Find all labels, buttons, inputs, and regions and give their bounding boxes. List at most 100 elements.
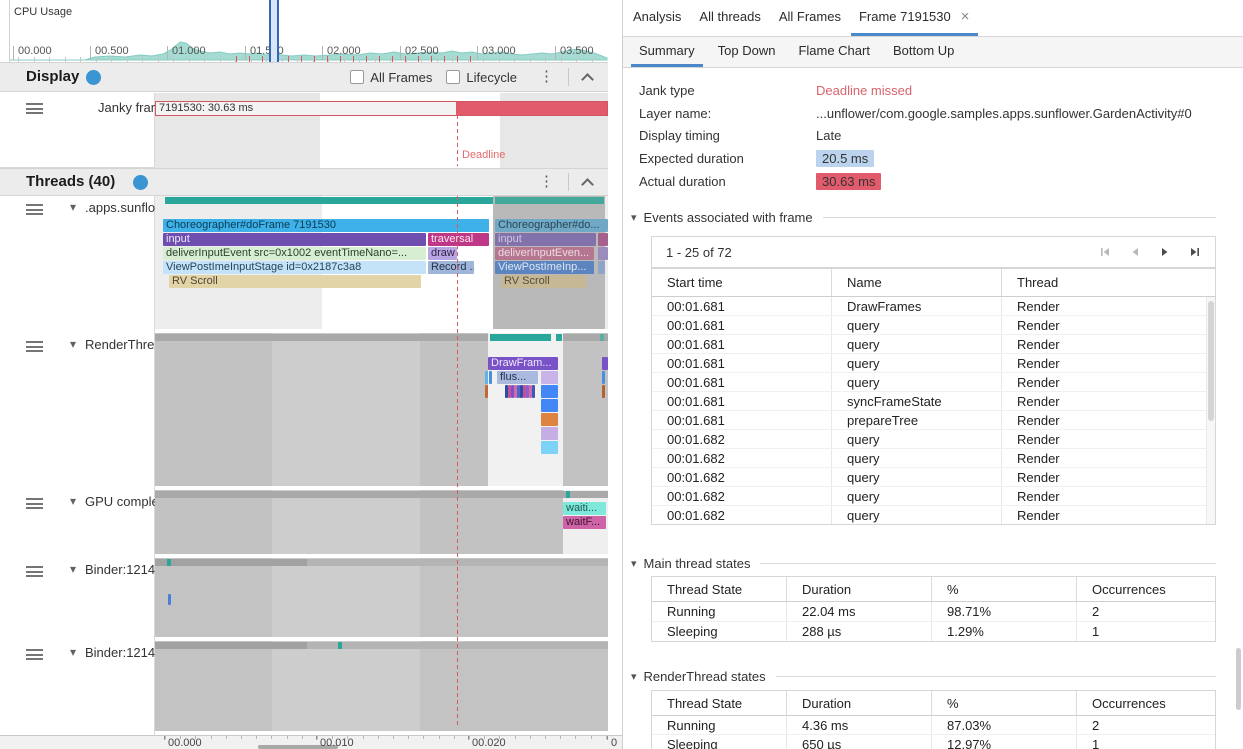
- trace-span[interactable]: [541, 441, 558, 454]
- thread-state-segment[interactable]: [490, 334, 551, 341]
- trace-span[interactable]: waitF...: [563, 516, 606, 529]
- tab-all-frames[interactable]: All Frames: [771, 0, 849, 36]
- expand-caret-icon[interactable]: ▾: [70, 201, 76, 213]
- table-row[interactable]: 00:01.681prepareTreeRender: [652, 411, 1215, 430]
- column-header[interactable]: Thread State: [652, 577, 787, 601]
- trace-span[interactable]: [598, 247, 608, 260]
- thread-state-segment[interactable]: [495, 197, 604, 204]
- threads-help-icon[interactable]: [133, 175, 148, 190]
- column-header[interactable]: %: [932, 577, 1077, 601]
- trace-span[interactable]: RV Scroll: [169, 275, 421, 288]
- trace-span[interactable]: [485, 385, 488, 398]
- column-header[interactable]: %: [932, 691, 1077, 715]
- subtab-flame-chart[interactable]: Flame Chart: [790, 37, 878, 67]
- drag-handle-icon[interactable]: [26, 204, 43, 215]
- thread-state-segment[interactable]: [155, 559, 307, 566]
- trace-span[interactable]: input: [495, 233, 596, 246]
- thread-state-segment[interactable]: [167, 559, 171, 566]
- table-row[interactable]: Running4.36 ms87.03%2: [652, 716, 1215, 735]
- thread-row[interactable]: ▾RenderThreadDrawFram...flus...: [0, 333, 608, 490]
- trace-span[interactable]: input: [163, 233, 426, 246]
- janky-frames-track[interactable]: 7191530: 30.63 ms Deadline: [155, 93, 608, 168]
- column-header[interactable]: Start time: [652, 269, 832, 296]
- column-header[interactable]: Occurrences: [1077, 691, 1215, 715]
- thread-state-segment[interactable]: [600, 334, 604, 341]
- thread-row[interactable]: ▾GPU completionwaiti...waitF...: [0, 490, 608, 558]
- trace-span[interactable]: Record ...: [428, 261, 474, 274]
- trace-span[interactable]: traversal: [428, 233, 489, 246]
- drag-handle-icon[interactable]: [26, 103, 43, 114]
- thread-track[interactable]: [155, 641, 608, 731]
- column-header[interactable]: Duration: [787, 577, 932, 601]
- cpu-usage-minimap[interactable]: CPU Usage 00.00000.50001.00001.50002.000…: [0, 0, 608, 62]
- trace-span[interactable]: [541, 413, 558, 426]
- thread-track[interactable]: [155, 558, 608, 637]
- expand-caret-icon[interactable]: ▾: [70, 338, 76, 350]
- column-header[interactable]: Duration: [787, 691, 932, 715]
- table-row[interactable]: 00:01.682queryRender: [652, 506, 1215, 525]
- table-row[interactable]: 00:01.681queryRender: [652, 373, 1215, 392]
- table-row[interactable]: 00:01.682queryRender: [652, 468, 1215, 487]
- tab-analysis[interactable]: Analysis: [625, 0, 689, 36]
- close-tab-icon[interactable]: ×: [961, 8, 970, 25]
- drag-handle-icon[interactable]: [26, 341, 43, 352]
- trace-span[interactable]: ViewPostImeInp...: [495, 261, 594, 274]
- expand-caret-icon[interactable]: ▾: [70, 646, 76, 658]
- table-row[interactable]: 00:01.682queryRender: [652, 430, 1215, 449]
- selection-handle-right[interactable]: [277, 0, 279, 62]
- expand-caret-icon[interactable]: ▾: [70, 495, 76, 507]
- thread-row[interactable]: ▾Binder:12145_4: [0, 558, 608, 641]
- last-page-icon[interactable]: [1189, 246, 1201, 258]
- trace-span[interactable]: [598, 233, 608, 246]
- trace-span[interactable]: [541, 399, 558, 412]
- render-states-section-title[interactable]: ▾ RenderThread states: [631, 665, 1216, 687]
- threads-more-options-icon[interactable]: ⋮: [531, 175, 562, 189]
- events-section-title[interactable]: ▾ Events associated with frame: [631, 206, 1216, 228]
- display-help-icon[interactable]: [86, 70, 101, 85]
- subtab-top-down[interactable]: Top Down: [710, 37, 784, 67]
- trace-span[interactable]: ViewPostImeInputStage id=0x2187c3a8: [163, 261, 426, 274]
- subtab-summary[interactable]: Summary: [631, 37, 703, 67]
- trace-sliver[interactable]: [532, 385, 535, 398]
- thread-row[interactable]: ▾Binder:12145_2: [0, 641, 608, 735]
- table-row[interactable]: 00:01.681syncFrameStateRender: [652, 392, 1215, 411]
- trace-span[interactable]: [485, 371, 488, 384]
- drag-handle-icon[interactable]: [26, 649, 43, 660]
- subtab-bottom-up[interactable]: Bottom Up: [885, 37, 962, 67]
- column-header[interactable]: Thread: [1002, 269, 1215, 296]
- trace-span[interactable]: [602, 357, 608, 370]
- table-row[interactable]: 00:01.681queryRender: [652, 335, 1215, 354]
- table-row[interactable]: 00:01.681queryRender: [652, 316, 1215, 335]
- table-row[interactable]: 00:01.682queryRender: [652, 449, 1215, 468]
- thread-track[interactable]: waiti...waitF...: [155, 490, 608, 554]
- trace-span[interactable]: flus...: [497, 371, 538, 384]
- all-frames-checkbox[interactable]: [350, 70, 364, 84]
- tab-frame-7191530[interactable]: Frame 7191530×: [851, 0, 978, 36]
- trace-span[interactable]: DrawFram...: [488, 357, 558, 370]
- thread-state-segment[interactable]: [556, 334, 562, 341]
- table-row[interactable]: Running22.04 ms98.71%2: [652, 602, 1215, 622]
- thread-track[interactable]: Choreographer#doFrame 7191530inputtraver…: [155, 196, 608, 329]
- trace-span[interactable]: [541, 427, 558, 440]
- trace-span[interactable]: waiti...: [563, 502, 606, 515]
- janky-frame-bar[interactable]: 7191530: 30.63 ms: [155, 101, 608, 116]
- thread-track[interactable]: DrawFram...flus...: [155, 333, 608, 486]
- table-row[interactable]: 00:01.681queryRender: [652, 354, 1215, 373]
- thread-state-segment[interactable]: [155, 334, 488, 341]
- trace-span[interactable]: draw: [428, 247, 457, 260]
- thread-state-segment[interactable]: [155, 642, 307, 649]
- thread-state-segment[interactable]: [165, 197, 493, 204]
- trace-span[interactable]: RV Scroll: [501, 275, 586, 288]
- previous-page-icon[interactable]: [1129, 246, 1141, 258]
- column-header[interactable]: Occurrences: [1077, 577, 1215, 601]
- threads-collapse-icon[interactable]: [581, 178, 594, 191]
- trace-span[interactable]: [541, 385, 558, 398]
- expand-caret-icon[interactable]: ▾: [70, 563, 76, 575]
- trace-span[interactable]: [602, 385, 605, 398]
- next-page-icon[interactable]: [1159, 246, 1171, 258]
- tab-all-threads[interactable]: All threads: [691, 0, 768, 36]
- table-row[interactable]: Sleeping650 µs12.97%1: [652, 735, 1215, 749]
- events-scrollbar[interactable]: [1206, 297, 1215, 524]
- trace-span[interactable]: deliverInputEvent src=0x1002 eventTimeNa…: [163, 247, 426, 260]
- first-page-icon[interactable]: [1099, 246, 1111, 258]
